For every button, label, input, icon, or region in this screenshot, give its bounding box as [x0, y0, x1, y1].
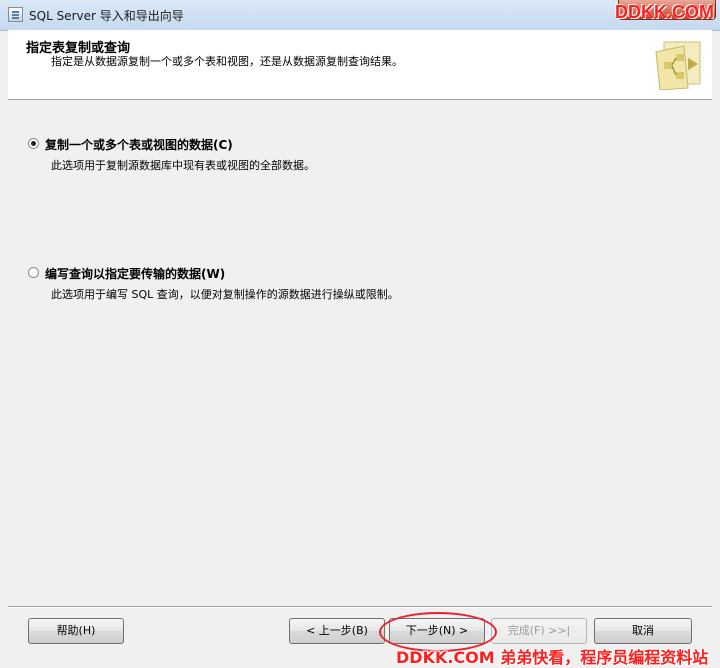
- title-bar[interactable]: SQL Server 导入和导出向导 DDKK.COM: [0, 0, 720, 31]
- radio-copy-tables[interactable]: [28, 138, 39, 149]
- page-description: 指定是从数据源复制一个或多个表和视图，还是从数据源复制查询结果。: [51, 55, 403, 68]
- watermark-top: DDKK.COM: [615, 2, 714, 22]
- finish-button: 完成(F) >>|: [491, 618, 587, 644]
- footer-divider: [8, 606, 712, 608]
- import-export-wizard-window: SQL Server 导入和导出向导 DDKK.COM 指定表复制或查询 指定是…: [0, 0, 720, 667]
- wizard-content: 复制一个或多个表或视图的数据(C) 此选项用于复制源数据库中现有表或视图的全部数…: [8, 101, 712, 606]
- radio-write-query[interactable]: [28, 267, 39, 278]
- option-copy-tables-description: 此选项用于复制源数据库中现有表或视图的全部数据。: [51, 159, 315, 172]
- option-write-query-label[interactable]: 编写查询以指定要传输的数据(W): [45, 265, 225, 282]
- back-button[interactable]: < 上一步(B): [289, 618, 385, 644]
- page-header: 指定表复制或查询 指定是从数据源复制一个或多个表和视图，还是从数据源复制查询结果…: [8, 30, 712, 100]
- wizard-table-icon: [655, 41, 701, 90]
- watermark-bottom: DDKK.COM 弟弟快看，程序员编程资料站: [396, 648, 709, 667]
- cancel-button[interactable]: 取消: [594, 618, 692, 644]
- next-button[interactable]: 下一步(N) >: [389, 618, 485, 644]
- app-icon: [8, 7, 23, 22]
- option-write-query-description: 此选项用于编写 SQL 查询，以便对复制操作的源数据进行操纵或限制。: [51, 288, 399, 301]
- help-button[interactable]: 帮助(H): [28, 618, 124, 644]
- window-title: SQL Server 导入和导出向导: [29, 9, 184, 23]
- option-copy-tables-label[interactable]: 复制一个或多个表或视图的数据(C): [45, 136, 233, 153]
